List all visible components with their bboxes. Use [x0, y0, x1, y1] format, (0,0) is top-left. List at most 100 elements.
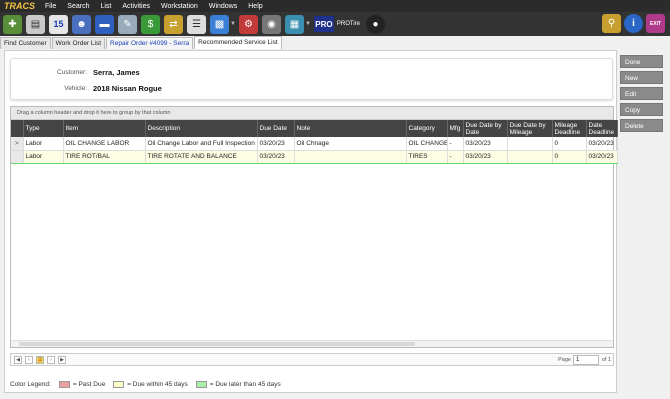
- page-input[interactable]: 1: [573, 355, 599, 365]
- legend-past-due: = Past Due: [72, 381, 106, 388]
- cell-item: TIRE ROT/BAL: [63, 149, 146, 164]
- info-icon[interactable]: i: [624, 14, 643, 33]
- row-indicator: [11, 149, 24, 164]
- col-due-date[interactable]: Due Date: [257, 120, 295, 137]
- cell-due-by-mileage: [507, 137, 553, 151]
- col-note[interactable]: Note: [294, 120, 407, 137]
- copy-button[interactable]: Copy: [620, 103, 663, 116]
- car-icon[interactable]: ▬: [95, 14, 114, 34]
- col-category[interactable]: Category: [406, 120, 448, 137]
- transfer-icon[interactable]: ⇄: [164, 14, 183, 34]
- invoice-icon[interactable]: ✎: [118, 14, 137, 34]
- horizontal-scrollbar[interactable]: [11, 340, 613, 347]
- prev-page-icon[interactable]: ‹: [25, 356, 33, 364]
- cell-mfg: -: [447, 149, 464, 164]
- menu-workstation[interactable]: Workstation: [161, 3, 198, 10]
- table-row[interactable]: > Labor OIL CHANGE LABOR Oil Change Labo…: [11, 137, 618, 151]
- customer-name: Serra, James: [93, 68, 140, 77]
- group-by-hint[interactable]: Drag a column header and drop it here to…: [11, 107, 613, 120]
- past-due-swatch: [58, 381, 70, 388]
- menu-file[interactable]: File: [45, 3, 56, 10]
- cell-mileage-deadline: 0: [552, 137, 587, 151]
- cell-description: Oil Change Labor and Full Inspection: [145, 137, 258, 151]
- cell-date-deadline: 03/20/23: [586, 137, 618, 151]
- pager: ◀ ‹ 1 › ▶ Page 1 of 1: [10, 353, 614, 366]
- calendar-icon[interactable]: 15: [49, 14, 68, 34]
- col-due-by-mileage[interactable]: Due Date by Mileage: [507, 120, 553, 137]
- legend-title: Color Legend:: [10, 381, 51, 388]
- clipboard-icon[interactable]: ▤: [26, 14, 45, 34]
- new-doc-icon[interactable]: ✚: [3, 14, 22, 34]
- row-indicator: >: [11, 137, 24, 151]
- cell-category: TIRES: [406, 149, 448, 164]
- main-panel: Customer: Serra, James Vehicle: 2018 Nis…: [4, 50, 618, 393]
- keys-icon[interactable]: ⚲: [602, 14, 621, 33]
- chart-icon[interactable]: ▩: [210, 14, 229, 34]
- cell-note: [294, 149, 407, 164]
- service-grid: Drag a column header and drop it here to…: [10, 106, 618, 348]
- col-item[interactable]: Item: [63, 120, 146, 137]
- menu-list[interactable]: List: [100, 3, 111, 10]
- wheel-icon[interactable]: ◉: [261, 14, 281, 34]
- toolbar: ✚ ▤ 15 ☻ ▬ ✎ $ ⇄ ☰ ▩ ▼ ⚙ ◉ ▦ ▼ PRO PROTi…: [0, 12, 670, 36]
- cell-item: OIL CHANGE LABOR: [63, 137, 146, 151]
- dyno-icon[interactable]: ⚙: [238, 14, 258, 34]
- cell-date-deadline: 03/20/23: [586, 149, 618, 164]
- table-row[interactable]: Labor TIRE ROT/BAL TIRE ROTATE AND BALAN…: [11, 149, 618, 164]
- money-icon[interactable]: $: [141, 14, 160, 34]
- current-page-button[interactable]: 1: [36, 356, 44, 364]
- menu-activities[interactable]: Activities: [122, 3, 150, 10]
- chart-dropdown-icon[interactable]: ▼: [230, 21, 236, 27]
- cell-mfg: -: [447, 137, 464, 151]
- legend-due-soon: = Due within 45 days: [127, 381, 188, 388]
- tab-find-customer[interactable]: Find Customer: [0, 37, 51, 49]
- color-legend: Color Legend: = Past Due = Due within 45…: [10, 381, 281, 388]
- first-page-icon[interactable]: ◀: [14, 356, 22, 364]
- exit-icon[interactable]: EXIT: [646, 14, 665, 33]
- tab-work-order-list[interactable]: Work Order List: [51, 37, 106, 49]
- cell-type: Labor: [23, 137, 64, 151]
- menu-windows[interactable]: Windows: [209, 3, 237, 10]
- customers-icon[interactable]: ☻: [72, 14, 91, 34]
- legend-due-later: = Due later than 45 days: [209, 381, 281, 388]
- last-page-icon[interactable]: ▶: [58, 356, 66, 364]
- menu-search[interactable]: Search: [67, 3, 89, 10]
- new-button[interactable]: New: [620, 71, 663, 84]
- pro-button[interactable]: PRO: [313, 16, 334, 32]
- col-due-by-date[interactable]: Due Date by Date: [463, 120, 508, 137]
- cell-category: OIL CHANGE: [406, 137, 448, 151]
- tab-bar: Find Customer Work Order List Repair Ord…: [0, 36, 283, 49]
- customer-header: Customer: Serra, James Vehicle: 2018 Nis…: [10, 58, 613, 100]
- cell-mileage-deadline: 0: [552, 149, 587, 164]
- vehicle-label: Vehicle:: [64, 85, 87, 92]
- scrollbar-thumb[interactable]: [19, 342, 415, 346]
- vehicle-name: 2018 Nissan Rogue: [93, 84, 162, 93]
- cell-due-by-date: 03/20/23: [463, 137, 508, 151]
- book-icon[interactable]: ▦: [284, 14, 304, 34]
- delete-button[interactable]: Delete: [620, 119, 663, 132]
- protire-label[interactable]: PROTire: [337, 21, 360, 27]
- menu-bar: TRACS File Search List Activities Workst…: [0, 0, 670, 12]
- toolbar-right: ⚲ i EXIT: [602, 14, 668, 33]
- customer-label: Customer:: [57, 69, 87, 76]
- edit-button[interactable]: Edit: [620, 87, 663, 100]
- service-table: Type Item Description Due Date Note Cate…: [11, 120, 618, 164]
- col-mileage-deadline[interactable]: Mileage Deadline: [552, 120, 587, 137]
- col-type[interactable]: Type: [23, 120, 64, 137]
- due-later-swatch: [195, 381, 207, 388]
- col-description[interactable]: Description: [145, 120, 258, 137]
- next-page-icon[interactable]: ›: [47, 356, 55, 364]
- tab-recommended-service-list[interactable]: Recommended Service List: [194, 36, 282, 49]
- report-icon[interactable]: ☰: [187, 14, 206, 34]
- col-date-deadline[interactable]: Date Deadline: [586, 120, 618, 137]
- header-selector: [11, 120, 24, 137]
- menu-help[interactable]: Help: [248, 3, 262, 10]
- col-mfg[interactable]: Mfg: [447, 120, 464, 137]
- done-button[interactable]: Done: [620, 55, 663, 68]
- cell-due-date: 03/20/23: [257, 137, 295, 151]
- page-label: Page: [558, 357, 571, 363]
- book-dropdown-icon[interactable]: ▼: [305, 21, 311, 27]
- due-soon-swatch: [113, 381, 125, 388]
- tab-repair-order[interactable]: Repair Order #4099 - Serra: [106, 37, 194, 49]
- tire-add-icon[interactable]: ●: [366, 14, 386, 34]
